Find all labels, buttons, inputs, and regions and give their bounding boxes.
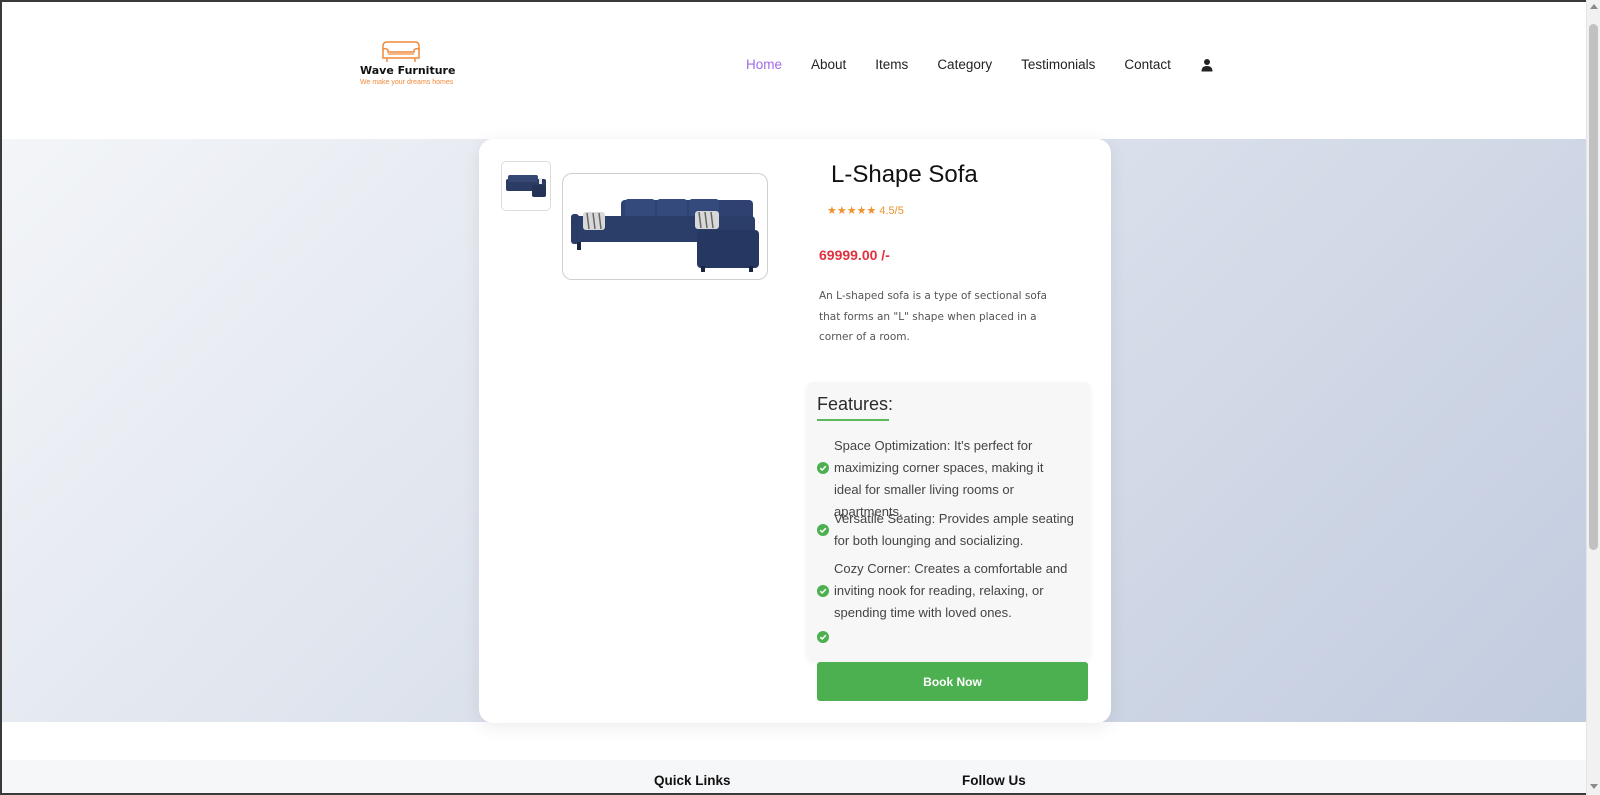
nav-testimonials[interactable]: Testimonials bbox=[1021, 57, 1095, 72]
scroll-down-arrow-icon[interactable] bbox=[1590, 784, 1598, 789]
check-circle-icon bbox=[817, 585, 829, 597]
nav-items[interactable]: Items bbox=[875, 57, 908, 72]
scroll-up-arrow-icon[interactable] bbox=[1590, 4, 1598, 9]
product-card: L-Shape Sofa ★★★★★ 4.5/5 69999.00 /- An … bbox=[479, 139, 1111, 723]
sofa-thumbnail-image bbox=[506, 175, 546, 197]
product-price: 69999.00 /- bbox=[819, 247, 890, 263]
logo[interactable]: Wave Furniture We make your dreams homes bbox=[356, 38, 455, 92]
product-description: An L-shaped sofa is a type of sectional … bbox=[819, 290, 1047, 343]
footer-quick-links-heading: Quick Links bbox=[654, 773, 731, 788]
product-rating: ★★★★★ 4.5/5 bbox=[827, 205, 904, 217]
user-icon[interactable] bbox=[1200, 58, 1214, 72]
main-nav: Home About Items Category Testimonials C… bbox=[746, 57, 1214, 72]
browser-viewport: Wave Furniture We make your dreams homes… bbox=[0, 0, 1586, 795]
product-main-image bbox=[562, 173, 768, 280]
l-shape-sofa-image bbox=[571, 198, 759, 272]
page-scrollbar[interactable] bbox=[1586, 0, 1600, 795]
brand-tagline: We make your dreams homes bbox=[360, 79, 454, 86]
sofa-logo-icon bbox=[382, 41, 420, 62]
features-underline bbox=[817, 419, 889, 421]
product-title: L-Shape Sofa bbox=[831, 161, 978, 188]
nav-home[interactable]: Home bbox=[746, 57, 782, 72]
nav-contact[interactable]: Contact bbox=[1124, 57, 1171, 72]
book-now-button[interactable]: Book Now bbox=[817, 662, 1088, 701]
site-header: Wave Furniture We make your dreams homes… bbox=[2, 2, 1586, 139]
nav-about[interactable]: About bbox=[811, 57, 846, 72]
check-circle-icon bbox=[817, 631, 829, 643]
site-footer: Quick Links Follow Us bbox=[2, 760, 1586, 793]
feature-text: Versatile Seating: Provides ample seatin… bbox=[834, 511, 1074, 548]
check-circle-icon bbox=[817, 462, 829, 474]
scrollbar-thumb[interactable] bbox=[1589, 24, 1598, 550]
footer-follow-us-heading: Follow Us bbox=[962, 773, 1026, 788]
feature-text: Cozy Corner: Creates a comfortable and i… bbox=[834, 561, 1068, 620]
product-thumbnail[interactable] bbox=[501, 161, 551, 211]
brand-name: Wave Furniture bbox=[360, 64, 456, 77]
features-panel: Features: Space Optimization: It's perfe… bbox=[807, 382, 1090, 660]
features-heading: Features: bbox=[817, 394, 894, 414]
nav-category[interactable]: Category bbox=[937, 57, 992, 72]
check-circle-icon bbox=[817, 524, 829, 536]
